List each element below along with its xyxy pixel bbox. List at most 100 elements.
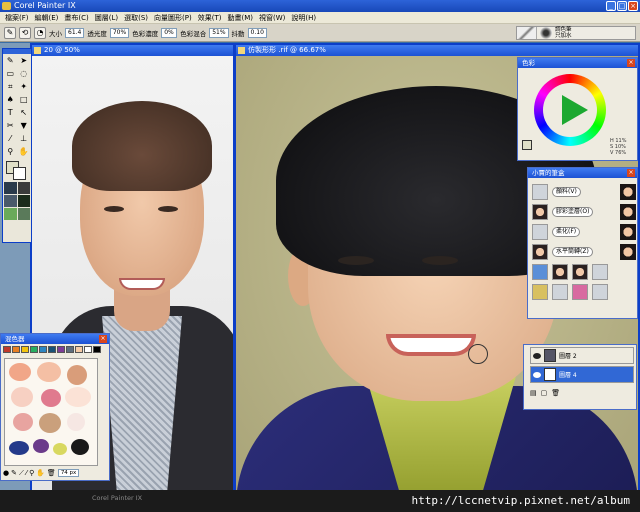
brush-icon[interactable]: [552, 264, 568, 280]
brush-icon[interactable]: [532, 284, 548, 300]
shape-select-icon[interactable]: ↖: [18, 107, 31, 119]
close-icon[interactable]: ×: [627, 59, 635, 67]
clear-icon[interactable]: 🗑: [47, 469, 56, 477]
rectangle-shape-icon[interactable]: □: [18, 94, 31, 106]
brush-button-blender[interactable]: 水平筒轉(Z): [552, 247, 593, 257]
mixer-size-field[interactable]: 74 px: [57, 469, 80, 477]
additional-color-swatch[interactable]: [13, 167, 26, 180]
brush-icon[interactable]: [532, 244, 548, 260]
pattern-selector-icon[interactable]: [4, 195, 17, 207]
brush-icon[interactable]: [572, 284, 588, 300]
text-icon[interactable]: T: [4, 107, 17, 119]
brush-icon[interactable]: [532, 224, 548, 240]
eye-icon[interactable]: [533, 371, 541, 378]
jitter-field[interactable]: 0.10: [247, 27, 267, 38]
mixer-color-swatch[interactable]: [75, 346, 83, 353]
brush-button-soften[interactable]: 柔化(F): [552, 227, 581, 237]
gradient-selector-icon[interactable]: [17, 182, 30, 194]
mixer-color-swatch[interactable]: [21, 346, 29, 353]
menu-edit[interactable]: 編輯(E): [32, 12, 62, 24]
brushes-titlebar[interactable]: 小賈的筆盒 ×: [528, 168, 637, 178]
menu-shapes[interactable]: 向量圖形(P): [151, 12, 195, 24]
current-color-swatch[interactable]: [522, 140, 532, 150]
layer-row[interactable]: 圖層 2: [530, 347, 634, 364]
mixer-color-swatch[interactable]: [30, 346, 38, 353]
pan-icon[interactable]: ✋: [36, 469, 45, 477]
maximize-button[interactable]: □: [617, 1, 627, 11]
brush-selector[interactable]: 調色筆 只加水: [516, 26, 636, 40]
brush-preview-icon[interactable]: [620, 224, 636, 240]
crop-icon[interactable]: ⌗: [4, 81, 17, 93]
reset-tool-icon[interactable]: ⟲: [19, 26, 31, 39]
mixer-color-swatch[interactable]: [39, 346, 47, 353]
hue-ring[interactable]: [534, 74, 606, 146]
layer-adjuster-icon[interactable]: ➤: [18, 55, 31, 67]
color-titlebar[interactable]: 色彩 ×: [518, 58, 637, 68]
close-button[interactable]: ×: [628, 1, 638, 11]
brush-button-gouache[interactable]: 膠彩塗層(O): [552, 207, 594, 217]
mixer-color-swatch[interactable]: [84, 346, 92, 353]
brush-icon[interactable]: [532, 264, 548, 280]
bleed-field[interactable]: 51%: [209, 27, 229, 38]
zoom-icon[interactable]: ⚲: [29, 469, 34, 477]
layer-options-icon[interactable]: ▤: [530, 389, 537, 397]
resat-field[interactable]: 0%: [161, 27, 178, 38]
mixer-color-swatch[interactable]: [93, 346, 101, 353]
menu-movie[interactable]: 動畫(M): [224, 12, 256, 24]
sample-color-icon[interactable]: ⁄: [26, 469, 27, 477]
dropper-icon[interactable]: ⁄: [4, 133, 17, 145]
apply-color-icon[interactable]: ✎: [11, 469, 17, 477]
close-icon[interactable]: ×: [99, 335, 107, 343]
brush-icon[interactable]: [592, 284, 608, 300]
brush-icon[interactable]: [532, 184, 548, 200]
color-swatches[interactable]: [4, 160, 30, 180]
menu-file[interactable]: 檔案(F): [2, 12, 32, 24]
nozzle-selector-icon[interactable]: [17, 208, 30, 220]
dirty-brush-icon[interactable]: ●: [3, 469, 9, 477]
brush-dab-icon[interactable]: [540, 27, 552, 39]
mixer-pad[interactable]: [4, 358, 98, 466]
paper-selector-icon[interactable]: [4, 182, 17, 194]
brush-icon[interactable]: [552, 284, 568, 300]
brush-button-paint[interactable]: 顏料(V): [552, 187, 581, 197]
pen-icon[interactable]: ♠: [4, 94, 17, 106]
grabber-icon[interactable]: ✋: [18, 146, 31, 158]
menu-effects[interactable]: 效果(T): [195, 12, 225, 24]
mixer-color-swatch[interactable]: [57, 346, 65, 353]
layer-row-selected[interactable]: 圖層 4: [530, 366, 634, 383]
scissors-icon[interactable]: ✂: [4, 120, 17, 132]
brush-category-icon[interactable]: [517, 27, 537, 39]
delete-layer-icon[interactable]: 🗑: [551, 389, 560, 397]
opacity-field[interactable]: 70%: [109, 27, 130, 38]
mixer-titlebar[interactable]: 混色器 ×: [1, 334, 109, 344]
brush-preview-icon[interactable]: [620, 184, 636, 200]
eye-icon[interactable]: [533, 352, 541, 359]
rubber-stamp-icon[interactable]: ⊥: [18, 133, 31, 145]
lasso-icon[interactable]: ◌: [18, 68, 31, 80]
mixer-color-swatch[interactable]: [12, 346, 20, 353]
mixer-color-swatch[interactable]: [3, 346, 11, 353]
magnifier-icon[interactable]: ⚲: [4, 146, 17, 158]
menu-layers[interactable]: 圖層(L): [92, 12, 121, 24]
mix-color-icon[interactable]: ⟋: [19, 469, 24, 478]
rectangle-select-icon[interactable]: ▭: [4, 68, 17, 80]
dab-type-icon[interactable]: ◔: [34, 26, 46, 39]
brush-tool-icon[interactable]: ✎: [4, 26, 16, 39]
saturation-value-triangle[interactable]: [562, 95, 588, 125]
minimize-button[interactable]: _: [606, 1, 616, 11]
brush-preview-icon[interactable]: [620, 244, 636, 260]
taskbar-app-button[interactable]: Corel Painter IX: [92, 494, 142, 502]
look-selector-icon[interactable]: [4, 208, 17, 220]
menu-help[interactable]: 說明(H): [288, 12, 319, 24]
new-layer-icon[interactable]: ▢: [541, 389, 548, 397]
paint-bucket-icon[interactable]: ▼: [18, 120, 31, 132]
brush-icon[interactable]: [532, 204, 548, 220]
menu-window[interactable]: 視窗(W): [256, 12, 288, 24]
size-field[interactable]: 61.4: [65, 27, 85, 38]
brush-tool-icon[interactable]: ✎: [4, 55, 17, 67]
close-icon[interactable]: ×: [627, 169, 635, 177]
menu-canvas[interactable]: 畫布(C): [61, 12, 91, 24]
menu-select[interactable]: 選取(S): [121, 12, 151, 24]
brush-icon[interactable]: [572, 264, 588, 280]
brush-icon[interactable]: [592, 264, 608, 280]
